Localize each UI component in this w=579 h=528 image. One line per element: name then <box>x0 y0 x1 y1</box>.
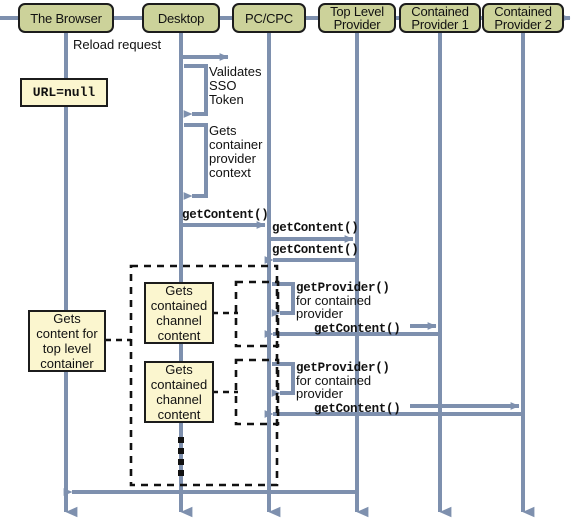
note-gets-content-for-top-level-container: Gets content for top level container <box>28 310 106 372</box>
participant-label: Contained Provider 2 <box>494 4 552 32</box>
note-text: Gets content for top level container <box>36 311 98 371</box>
participant-label: The Browser <box>30 10 102 26</box>
message-reload-request <box>179 43 229 61</box>
message-label-reload-request: Reload request <box>73 37 162 52</box>
message-label-get-content-4: getContent() <box>314 322 401 336</box>
note-text: Gets contained channel content <box>150 362 208 422</box>
note-gets-contained-channel-content-2: Gets contained channel content <box>144 361 214 423</box>
participant-label: Contained Provider 1 <box>411 4 469 32</box>
self-call-get-provider-1 <box>271 282 295 317</box>
note-text: Gets contained channel content <box>150 283 208 343</box>
dashed-group-contained-1 <box>234 280 280 348</box>
participant-label: Top Level Provider <box>330 4 384 32</box>
participant-label: Desktop <box>157 10 205 26</box>
participant-pc-cpc[interactable]: PC/CPC <box>232 3 306 33</box>
message-label-for-contained-provider-2: for contained provider <box>296 373 372 401</box>
participant-contained-provider-2[interactable]: Contained Provider 2 <box>482 3 564 33</box>
participant-top-level-provider[interactable]: Top Level Provider <box>318 3 396 33</box>
self-call-get-provider-2 <box>271 362 295 397</box>
message-label-get-content-1: getContent() <box>182 208 269 222</box>
note-gets-contained-channel-content-1: Gets contained channel content <box>144 282 214 344</box>
message-return-to-browser <box>63 470 359 496</box>
lifelines <box>64 33 535 518</box>
message-label-get-content-5: getContent() <box>314 402 401 416</box>
message-label-validates-sso-token: Validates SSO Token <box>209 64 262 107</box>
participant-label: PC/CPC <box>245 10 293 26</box>
participant-desktop[interactable]: Desktop <box>142 3 220 33</box>
dashed-group-contained-2 <box>234 358 280 426</box>
note-text: URL=null <box>32 85 96 100</box>
message-label-gets-container-provider-context: Gets container provider context <box>209 123 263 180</box>
sequence-diagram-canvas: The Browser Desktop PC/CPC Top Level Pro… <box>0 0 579 528</box>
participant-contained-provider-1[interactable]: Contained Provider 1 <box>399 3 481 33</box>
message-label-for-contained-provider-1: for contained provider <box>296 293 372 321</box>
self-call-gets-container-provider-context <box>183 123 208 200</box>
message-label-get-content-2: getContent() <box>272 221 359 235</box>
note-url-null: URL=null <box>20 78 108 107</box>
participant-the-browser[interactable]: The Browser <box>18 3 114 33</box>
self-call-validates-sso-token <box>183 64 208 118</box>
message-label-get-content-3: getContent() <box>272 243 359 257</box>
